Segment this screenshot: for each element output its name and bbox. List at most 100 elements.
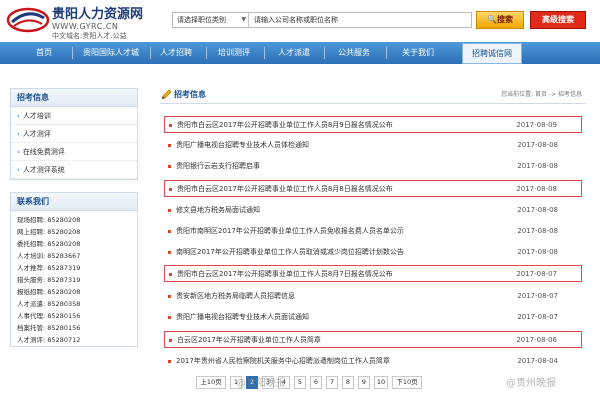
advanced-search-button[interactable]: 高级搜索 (530, 11, 586, 29)
nav-training[interactable]: 培训测评 (212, 42, 256, 64)
breadcrumb: 您当前位置: 首页 -> 招考信息 (501, 91, 582, 98)
contact-label: 档案托管: (17, 324, 46, 332)
recruit-info-box: 招考信息 › 人才培训 › 人才测评 › 在线免费测评 › 人才测评系统 (10, 88, 138, 180)
bullet-icon (168, 230, 171, 233)
bullet-icon (168, 251, 171, 254)
list-item-title[interactable]: 贵阳市南明区2017年公开招聘事业单位工作人员免收报名费人员名单公示 (176, 223, 404, 240)
contact-row: 档案托管: 85280156 (11, 322, 137, 334)
next-10-pages-button[interactable]: 下10页 (392, 376, 422, 389)
nav-divider (324, 47, 325, 59)
nav-international-talent-city[interactable]: 贵阳国际人才城 (78, 42, 144, 64)
weibo-watermark: @贵州晚报 (506, 378, 556, 389)
chevron-down-icon: ▼ (241, 16, 246, 23)
sidebar-item-label: 人才测评系统 (22, 166, 65, 174)
page-title: 招考信息 (174, 90, 206, 99)
bullet-icon (169, 273, 172, 276)
list-item-title[interactable]: 贵阳广播电视台招聘专业技术人员面试通知 (176, 309, 309, 326)
list-item[interactable]: 贵阳银行云岩支行招聘启事 2017-08-08 (164, 158, 582, 175)
list-item-title[interactable]: 贵阳银行云岩支行招聘启事 (176, 158, 260, 175)
nav-divider (264, 47, 265, 59)
list-item[interactable]: 贵阳广播电视台招聘专业技术人员面试通知 2017-08-07 (164, 309, 582, 326)
list-item[interactable]: 修文县地方税务局面试通知 2017-08-08 (164, 202, 582, 219)
contact-row: 人才推荐: 85287319 (11, 262, 137, 274)
contact-phone: 85287319 (47, 264, 81, 272)
contact-row: 人才培训: 85283667 (11, 250, 137, 262)
list-item-title[interactable]: 贵阳市白云区2017年公开招聘事业单位工作人员8月7日报名情况公布 (177, 266, 393, 283)
nav-home[interactable]: 首页 (24, 42, 64, 64)
arrow-right-icon: › (17, 130, 20, 138)
page-button[interactable]: 6 (310, 376, 322, 389)
bullet-icon (169, 124, 172, 127)
contact-label: 现场招聘: (17, 216, 46, 224)
list-item-date: 2017-08-08 (517, 248, 558, 256)
job-category-select[interactable]: 请选择职位类别 ▼ (173, 13, 249, 27)
list-item-date: 2017-08-07 (517, 313, 558, 321)
list-item[interactable]: 贵阳广播电视台招聘专业技术人员体检通知 2017-08-08 (164, 137, 582, 154)
list-item-date: 2017-08-08 (517, 141, 558, 149)
nav-recruitment-integrity[interactable]: 招聘诚信网 (462, 43, 522, 64)
page-button[interactable]: 7 (326, 376, 338, 389)
nav-divider (72, 47, 73, 59)
contact-label: 报纸招聘: (17, 288, 46, 296)
site-header: 贵阳人力资源网 WWW.GYRC.CN 中文域名:贵阳人才.公益 请选择职位类别… (0, 0, 600, 40)
job-category-value: 请选择职位类别 (177, 16, 226, 24)
contact-row: 报纸招聘: 85280208 (11, 286, 137, 298)
site-name: 贵阳人力资源网 (52, 7, 144, 22)
bullet-icon (169, 339, 172, 342)
contact-phone: 85280208 (47, 228, 81, 236)
list-item[interactable]: 贵阳市白云区2017年公开招聘事业单位工作人员8月7日报名情况公布 2017-08… (164, 265, 582, 282)
list-item-date: 2017-08-06 (516, 336, 557, 344)
bullet-icon (168, 144, 171, 147)
contact-phone: 85280208 (47, 240, 81, 248)
list-item-date: 2017-08-09 (516, 121, 557, 129)
list-item-title[interactable]: 南明区2017年公开招聘事业单位工作人员取消或减少岗位招聘计划数公告 (176, 244, 404, 261)
list-item-title[interactable]: 贵阳市白云区2017年公开招聘事业单位工作人员8月8日报名情况公布 (177, 181, 393, 198)
search-button[interactable]: 🔍搜索 (476, 11, 524, 29)
pencil-icon (161, 89, 172, 100)
nav-recruitment[interactable]: 人才招聘 (154, 42, 198, 64)
nav-dispatch[interactable]: 人才派遣 (272, 42, 316, 64)
bullet-icon (168, 360, 171, 363)
sidebar-item-free-online-assessment[interactable]: › 在线免费测评 (11, 143, 137, 161)
list-item-title[interactable]: 2017年贵州省人民检察院机关服务中心招聘派遣制岗位工作人员简章 (176, 353, 390, 370)
list-item-title[interactable]: 修文县地方税务局面试通知 (176, 202, 260, 219)
site-url: WWW.GYRC.CN (52, 22, 119, 31)
list-item-title[interactable]: 白云区2017年公开招聘事业单位工作人员简章 (177, 332, 321, 349)
search-input[interactable]: 请输入公司名称或职位名称 (251, 13, 471, 27)
contact-phone: 85280712 (47, 336, 81, 344)
search-button-label: 搜索 (496, 15, 513, 24)
sidebar-item-label: 人才测评 (22, 130, 51, 138)
list-item[interactable]: 贵安新区地方税务局临聘人员招聘信息 2017-08-07 (164, 288, 582, 305)
nav-public-service[interactable]: 公共服务 (332, 42, 376, 64)
contact-row: 网上招聘: 85280208 (11, 226, 137, 238)
nav-about-us[interactable]: 关于我们 (396, 42, 440, 64)
list-item[interactable]: 贵阳市南明区2017年公开招聘事业单位工作人员免收报名费人员名单公示 2017-0… (164, 223, 582, 240)
page-button[interactable]: 10 (374, 376, 388, 389)
contact-list: 现场招聘: 85280208 网上招聘: 85280208 委托招聘: 8528… (11, 211, 137, 346)
page-button[interactable]: 5 (294, 376, 306, 389)
list-item[interactable]: 南明区2017年公开招聘事业单位工作人员取消或减少岗位招聘计划数公告 2017-0… (164, 244, 582, 261)
site-domain: 中文域名:贵阳人才.公益 (52, 32, 127, 40)
list-item[interactable]: 白云区2017年公开招聘事业单位工作人员简章 2017-08-06 (164, 331, 582, 348)
contact-title: 联系我们 (11, 193, 137, 211)
list-item-title[interactable]: 贵安新区地方税务局临聘人员招聘信息 (176, 288, 295, 305)
contact-label: 网上招聘: (17, 228, 46, 236)
sidebar-item-assessment-system[interactable]: › 人才测评系统 (11, 161, 137, 179)
page-button[interactable]: 9 (358, 376, 370, 389)
list-item[interactable]: 贵阳市白云区2017年公开招聘事业单位工作人员8月9日报名情况公布 2017-08… (164, 116, 582, 133)
nav-divider (150, 47, 151, 59)
bullet-icon (168, 295, 171, 298)
site-logo-icon[interactable] (6, 6, 50, 34)
list-item-title[interactable]: 贵阳市白云区2017年公开招聘事业单位工作人员8月9日报名情况公布 (177, 117, 393, 134)
list-item-date: 2017-08-07 (517, 292, 558, 300)
contact-phone: 85280156 (47, 324, 81, 332)
list-item-title[interactable]: 贵阳广播电视台招聘专业技术人员体检通知 (176, 137, 309, 154)
list-item[interactable]: 贵阳市白云区2017年公开招聘事业单位工作人员8月8日报名情况公布 2017-08… (164, 180, 582, 197)
sidebar-item-talent-training[interactable]: › 人才培训 (11, 107, 137, 125)
prev-10-pages-button[interactable]: 上10页 (196, 376, 226, 389)
sidebar-item-talent-assessment[interactable]: › 人才测评 (11, 125, 137, 143)
search-icon: 🔍 (487, 15, 497, 24)
contact-phone: 85280358 (47, 300, 81, 308)
list-item[interactable]: 2017年贵州省人民检察院机关服务中心招聘派遣制岗位工作人员简章 2017-08-… (164, 353, 582, 370)
page-button[interactable]: 8 (342, 376, 354, 389)
